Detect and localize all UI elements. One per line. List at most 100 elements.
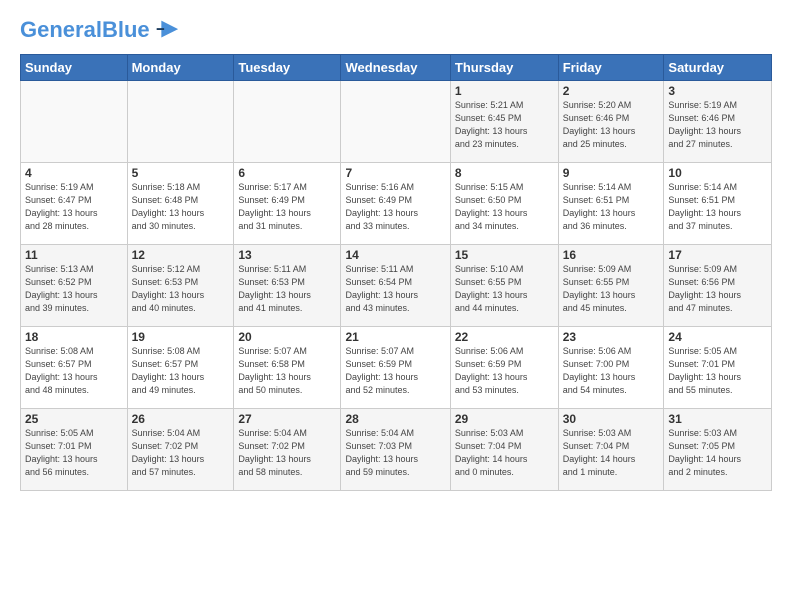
calendar-cell — [341, 81, 450, 163]
day-info: Sunrise: 5:06 AM Sunset: 6:59 PM Dayligh… — [455, 345, 554, 397]
calendar-cell: 30Sunrise: 5:03 AM Sunset: 7:04 PM Dayli… — [558, 409, 664, 491]
calendar-cell: 31Sunrise: 5:03 AM Sunset: 7:05 PM Dayli… — [664, 409, 772, 491]
day-info: Sunrise: 5:12 AM Sunset: 6:53 PM Dayligh… — [132, 263, 230, 315]
weekday-header-thursday: Thursday — [450, 55, 558, 81]
calendar-cell — [127, 81, 234, 163]
calendar-week-2: 4Sunrise: 5:19 AM Sunset: 6:47 PM Daylig… — [21, 163, 772, 245]
day-number: 2 — [563, 84, 660, 98]
logo-general: General — [20, 17, 102, 42]
day-number: 28 — [345, 412, 445, 426]
day-info: Sunrise: 5:17 AM Sunset: 6:49 PM Dayligh… — [238, 181, 336, 233]
day-number: 14 — [345, 248, 445, 262]
calendar-cell: 10Sunrise: 5:14 AM Sunset: 6:51 PM Dayli… — [664, 163, 772, 245]
day-info: Sunrise: 5:19 AM Sunset: 6:47 PM Dayligh… — [25, 181, 123, 233]
day-info: Sunrise: 5:04 AM Sunset: 7:02 PM Dayligh… — [132, 427, 230, 479]
calendar-week-4: 18Sunrise: 5:08 AM Sunset: 6:57 PM Dayli… — [21, 327, 772, 409]
calendar-cell: 29Sunrise: 5:03 AM Sunset: 7:04 PM Dayli… — [450, 409, 558, 491]
calendar-week-5: 25Sunrise: 5:05 AM Sunset: 7:01 PM Dayli… — [21, 409, 772, 491]
weekday-header-tuesday: Tuesday — [234, 55, 341, 81]
calendar-cell: 24Sunrise: 5:05 AM Sunset: 7:01 PM Dayli… — [664, 327, 772, 409]
day-info: Sunrise: 5:05 AM Sunset: 7:01 PM Dayligh… — [25, 427, 123, 479]
day-info: Sunrise: 5:06 AM Sunset: 7:00 PM Dayligh… — [563, 345, 660, 397]
weekday-header-friday: Friday — [558, 55, 664, 81]
calendar-cell — [21, 81, 128, 163]
weekday-header-row: SundayMondayTuesdayWednesdayThursdayFrid… — [21, 55, 772, 81]
day-number: 7 — [345, 166, 445, 180]
day-info: Sunrise: 5:03 AM Sunset: 7:04 PM Dayligh… — [455, 427, 554, 479]
day-number: 27 — [238, 412, 336, 426]
calendar-cell: 9Sunrise: 5:14 AM Sunset: 6:51 PM Daylig… — [558, 163, 664, 245]
weekday-header-monday: Monday — [127, 55, 234, 81]
day-number: 30 — [563, 412, 660, 426]
day-info: Sunrise: 5:04 AM Sunset: 7:02 PM Dayligh… — [238, 427, 336, 479]
day-info: Sunrise: 5:03 AM Sunset: 7:04 PM Dayligh… — [563, 427, 660, 479]
day-info: Sunrise: 5:08 AM Sunset: 6:57 PM Dayligh… — [25, 345, 123, 397]
logo: GeneralBlue — [20, 16, 180, 44]
day-number: 10 — [668, 166, 767, 180]
day-number: 23 — [563, 330, 660, 344]
day-info: Sunrise: 5:20 AM Sunset: 6:46 PM Dayligh… — [563, 99, 660, 151]
calendar-cell: 8Sunrise: 5:15 AM Sunset: 6:50 PM Daylig… — [450, 163, 558, 245]
day-number: 31 — [668, 412, 767, 426]
day-number: 11 — [25, 248, 123, 262]
day-info: Sunrise: 5:19 AM Sunset: 6:46 PM Dayligh… — [668, 99, 767, 151]
calendar-cell: 15Sunrise: 5:10 AM Sunset: 6:55 PM Dayli… — [450, 245, 558, 327]
weekday-header-wednesday: Wednesday — [341, 55, 450, 81]
calendar-cell: 16Sunrise: 5:09 AM Sunset: 6:55 PM Dayli… — [558, 245, 664, 327]
calendar-cell — [234, 81, 341, 163]
day-number: 18 — [25, 330, 123, 344]
day-number: 5 — [132, 166, 230, 180]
day-number: 9 — [563, 166, 660, 180]
calendar-cell: 5Sunrise: 5:18 AM Sunset: 6:48 PM Daylig… — [127, 163, 234, 245]
day-number: 6 — [238, 166, 336, 180]
day-info: Sunrise: 5:10 AM Sunset: 6:55 PM Dayligh… — [455, 263, 554, 315]
day-number: 26 — [132, 412, 230, 426]
calendar-cell: 1Sunrise: 5:21 AM Sunset: 6:45 PM Daylig… — [450, 81, 558, 163]
day-info: Sunrise: 5:08 AM Sunset: 6:57 PM Dayligh… — [132, 345, 230, 397]
day-number: 13 — [238, 248, 336, 262]
day-info: Sunrise: 5:07 AM Sunset: 6:58 PM Dayligh… — [238, 345, 336, 397]
calendar-cell: 18Sunrise: 5:08 AM Sunset: 6:57 PM Dayli… — [21, 327, 128, 409]
day-info: Sunrise: 5:21 AM Sunset: 6:45 PM Dayligh… — [455, 99, 554, 151]
calendar-cell: 20Sunrise: 5:07 AM Sunset: 6:58 PM Dayli… — [234, 327, 341, 409]
calendar-cell: 25Sunrise: 5:05 AM Sunset: 7:01 PM Dayli… — [21, 409, 128, 491]
day-number: 17 — [668, 248, 767, 262]
day-number: 24 — [668, 330, 767, 344]
calendar-cell: 12Sunrise: 5:12 AM Sunset: 6:53 PM Dayli… — [127, 245, 234, 327]
calendar-cell: 22Sunrise: 5:06 AM Sunset: 6:59 PM Dayli… — [450, 327, 558, 409]
logo-icon — [152, 16, 180, 44]
day-number: 20 — [238, 330, 336, 344]
day-number: 8 — [455, 166, 554, 180]
day-number: 12 — [132, 248, 230, 262]
calendar-cell: 3Sunrise: 5:19 AM Sunset: 6:46 PM Daylig… — [664, 81, 772, 163]
calendar-week-3: 11Sunrise: 5:13 AM Sunset: 6:52 PM Dayli… — [21, 245, 772, 327]
header: GeneralBlue — [20, 16, 772, 44]
day-info: Sunrise: 5:03 AM Sunset: 7:05 PM Dayligh… — [668, 427, 767, 479]
calendar-cell: 2Sunrise: 5:20 AM Sunset: 6:46 PM Daylig… — [558, 81, 664, 163]
logo-blue: Blue — [102, 17, 150, 42]
weekday-header-saturday: Saturday — [664, 55, 772, 81]
day-info: Sunrise: 5:09 AM Sunset: 6:55 PM Dayligh… — [563, 263, 660, 315]
day-info: Sunrise: 5:11 AM Sunset: 6:53 PM Dayligh… — [238, 263, 336, 315]
day-number: 1 — [455, 84, 554, 98]
day-number: 25 — [25, 412, 123, 426]
calendar-cell: 23Sunrise: 5:06 AM Sunset: 7:00 PM Dayli… — [558, 327, 664, 409]
day-info: Sunrise: 5:14 AM Sunset: 6:51 PM Dayligh… — [563, 181, 660, 233]
calendar-cell: 11Sunrise: 5:13 AM Sunset: 6:52 PM Dayli… — [21, 245, 128, 327]
day-number: 21 — [345, 330, 445, 344]
calendar-cell: 19Sunrise: 5:08 AM Sunset: 6:57 PM Dayli… — [127, 327, 234, 409]
calendar-cell: 28Sunrise: 5:04 AM Sunset: 7:03 PM Dayli… — [341, 409, 450, 491]
day-number: 29 — [455, 412, 554, 426]
calendar-cell: 13Sunrise: 5:11 AM Sunset: 6:53 PM Dayli… — [234, 245, 341, 327]
day-info: Sunrise: 5:16 AM Sunset: 6:49 PM Dayligh… — [345, 181, 445, 233]
day-info: Sunrise: 5:05 AM Sunset: 7:01 PM Dayligh… — [668, 345, 767, 397]
calendar-cell: 4Sunrise: 5:19 AM Sunset: 6:47 PM Daylig… — [21, 163, 128, 245]
day-info: Sunrise: 5:14 AM Sunset: 6:51 PM Dayligh… — [668, 181, 767, 233]
day-number: 19 — [132, 330, 230, 344]
day-info: Sunrise: 5:07 AM Sunset: 6:59 PM Dayligh… — [345, 345, 445, 397]
calendar-cell: 7Sunrise: 5:16 AM Sunset: 6:49 PM Daylig… — [341, 163, 450, 245]
calendar-cell: 6Sunrise: 5:17 AM Sunset: 6:49 PM Daylig… — [234, 163, 341, 245]
day-number: 15 — [455, 248, 554, 262]
day-info: Sunrise: 5:15 AM Sunset: 6:50 PM Dayligh… — [455, 181, 554, 233]
day-info: Sunrise: 5:18 AM Sunset: 6:48 PM Dayligh… — [132, 181, 230, 233]
